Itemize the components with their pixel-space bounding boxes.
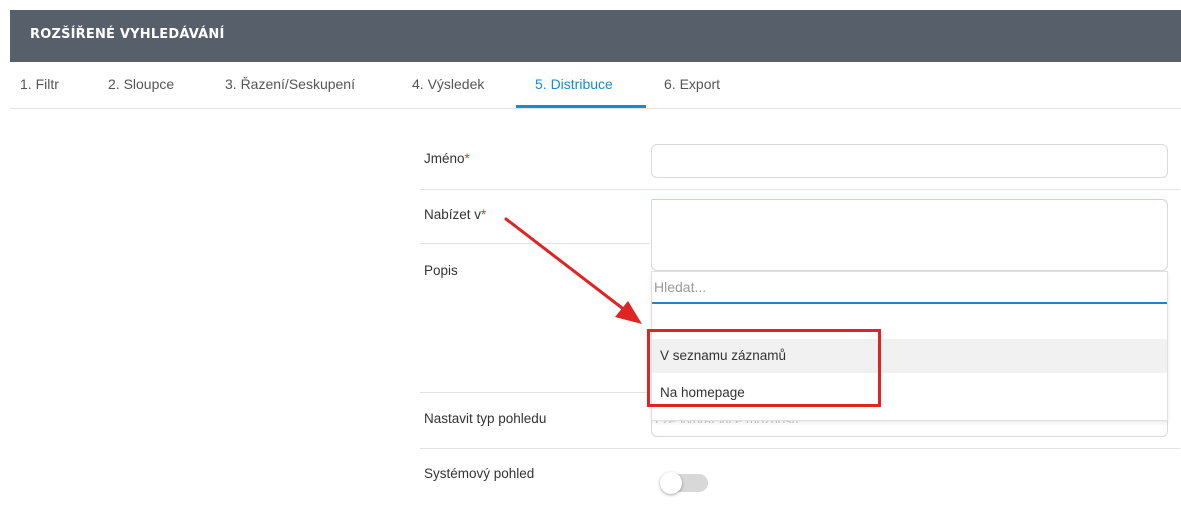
dropdown-option-list[interactable]: V seznamu záznamů — [652, 339, 1167, 373]
page-title: ROZŠÍŘENÉ VYHLEDÁVÁNÍ — [30, 27, 225, 42]
dropdown-search — [652, 272, 1167, 304]
required-mark: * — [464, 151, 470, 166]
row-divider — [420, 243, 650, 244]
active-tab-indicator — [516, 105, 646, 108]
dropdown-option-homepage[interactable]: Na homepage — [652, 376, 1167, 410]
row-divider — [420, 448, 1180, 449]
row-divider — [420, 392, 650, 393]
view-type-label: Nastavit typ pohledu — [424, 411, 547, 426]
tab-razeni-seskupeni[interactable]: 3. Řazení/Seskupení — [225, 76, 355, 92]
toggle-knob — [660, 472, 682, 494]
tab-distribuce[interactable]: 5. Distribuce — [535, 76, 613, 92]
row-divider — [420, 189, 1180, 190]
name-input[interactable] — [651, 144, 1168, 178]
dropdown-search-input[interactable] — [654, 276, 1154, 298]
tab-export[interactable]: 6. Export — [664, 76, 720, 92]
offer-in-dropdown: V seznamu záznamů Na homepage — [651, 271, 1168, 421]
system-view-toggle[interactable] — [660, 472, 708, 494]
tab-sloupce[interactable]: 2. Sloupce — [108, 76, 174, 92]
tab-bar: 1. Filtr 2. Sloupce 3. Řazení/Seskupení … — [10, 62, 1181, 109]
offer-in-multiselect[interactable] — [651, 199, 1168, 271]
offer-in-label: Nabízet v* — [424, 207, 487, 222]
tab-vysledek[interactable]: 4. Výsledek — [412, 76, 484, 92]
required-mark: * — [481, 207, 487, 222]
page-header: ROZŠÍŘENÉ VYHLEDÁVÁNÍ — [10, 10, 1181, 62]
description-label: Popis — [424, 263, 458, 278]
system-view-label: Systémový pohled — [424, 466, 535, 481]
name-label: Jméno* — [424, 151, 470, 166]
tab-filtr[interactable]: 1. Filtr — [20, 76, 59, 92]
